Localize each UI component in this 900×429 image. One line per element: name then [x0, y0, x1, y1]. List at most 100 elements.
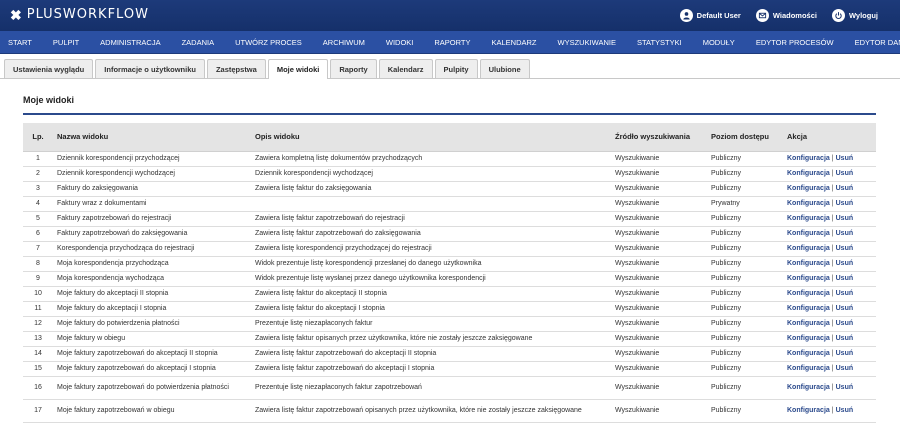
delete-link[interactable]: Usuń [836, 365, 854, 372]
user-menu-button[interactable]: Default User [679, 8, 741, 22]
logo-icon: ✖ [10, 7, 22, 23]
configure-link[interactable]: Konfiguracja [787, 320, 830, 327]
search-source: Wyszukiwanie [611, 376, 707, 400]
delete-link[interactable]: Usuń [836, 305, 854, 312]
column-header-name: Nazwa widoku [53, 123, 251, 152]
access-level: Publiczny [707, 301, 783, 317]
nav-wyszukiwanie[interactable]: WYSZUKIWANIE [558, 38, 616, 47]
tab-kalendarz[interactable]: Kalendarz [378, 59, 433, 78]
logout-button[interactable]: Wyloguj [831, 8, 878, 22]
logo-text: PLUSWORKFLOW [26, 7, 149, 22]
configure-link[interactable]: Konfiguracja [787, 335, 830, 342]
action-separator: | [831, 320, 834, 327]
row-actions: Konfiguracja | Usuń [783, 226, 876, 242]
access-level: Publiczny [707, 226, 783, 242]
tab-ustawienia-wygladu[interactable]: Ustawienia wyglądu [4, 59, 94, 78]
delete-link[interactable]: Usuń [836, 230, 854, 237]
action-separator: | [831, 305, 834, 312]
tab-moje-widoki[interactable]: Moje widoki [267, 59, 329, 79]
configure-link[interactable]: Konfiguracja [787, 215, 830, 222]
search-source: Wyszukiwanie [611, 271, 707, 287]
view-description: Widok prezentuje listę korespondencji pr… [251, 256, 611, 272]
configure-link[interactable]: Konfiguracja [787, 407, 830, 414]
configure-link[interactable]: Konfiguracja [787, 305, 830, 312]
configure-link[interactable]: Konfiguracja [787, 260, 830, 267]
configure-link[interactable]: Konfiguracja [787, 275, 830, 282]
configure-link[interactable]: Konfiguracja [787, 155, 830, 162]
view-name: Faktury zapotrzebowań do rejestracji [53, 211, 251, 227]
delete-link[interactable]: Usuń [836, 290, 854, 297]
delete-link[interactable]: Usuń [836, 215, 854, 222]
column-header-description: Opis widoku [251, 123, 611, 152]
tab-informacje-o-uzytkowniku[interactable]: Informacje o użytkowniku [95, 59, 205, 78]
view-name: Moje faktury zapotrzebowań do akceptacji… [53, 346, 251, 362]
tab-raporty[interactable]: Raporty [330, 59, 377, 78]
configure-link[interactable]: Konfiguracja [787, 245, 830, 252]
delete-link[interactable]: Usuń [836, 275, 854, 282]
access-level: Publiczny [707, 376, 783, 400]
tab-ulubione[interactable]: Ulubione [479, 59, 530, 78]
delete-link[interactable]: Usuń [836, 200, 854, 207]
row-actions: Konfiguracja | Usuń [783, 151, 876, 167]
view-description: Zawiera listę faktur zapotrzebowań do ak… [251, 361, 611, 377]
delete-link[interactable]: Usuń [836, 155, 854, 162]
nav-moduly[interactable]: MODUŁY [703, 38, 735, 47]
delete-link[interactable]: Usuń [836, 384, 854, 391]
delete-link[interactable]: Usuń [836, 350, 854, 357]
delete-link[interactable]: Usuń [836, 185, 854, 192]
configure-link[interactable]: Konfiguracja [787, 185, 830, 192]
row-actions: Konfiguracja | Usuń [783, 316, 876, 332]
row-actions: Konfiguracja | Usuń [783, 286, 876, 302]
nav-raporty[interactable]: RAPORTY [434, 38, 470, 47]
nav-administracja[interactable]: ADMINISTRACJA [100, 38, 160, 47]
configure-link[interactable]: Konfiguracja [787, 170, 830, 177]
tab-pulpity[interactable]: Pulpity [434, 59, 478, 78]
table-row: 5 Faktury zapotrzebowań do rejestracji Zaw… [23, 211, 876, 227]
row-number: 11 [23, 301, 53, 317]
delete-link[interactable]: Usuń [836, 407, 854, 414]
nav-utworz-proces[interactable]: UTWÓRZ PROCES [235, 38, 302, 47]
action-separator: | [831, 365, 834, 372]
row-actions: Konfiguracja | Usuń [783, 211, 876, 227]
delete-link[interactable]: Usuń [836, 335, 854, 342]
messages-button[interactable]: Wiadomości [755, 8, 817, 22]
row-number: 8 [23, 256, 53, 272]
column-header-action: Akcja [783, 123, 876, 152]
nav-statystyki[interactable]: STATYSTYKI [637, 38, 682, 47]
table-row: 13 Moje faktury w obiegu Zawiera listę fak… [23, 331, 876, 347]
app-logo[interactable]: ✖ PLUSWORKFLOW [10, 7, 149, 23]
configure-link[interactable]: Konfiguracja [787, 384, 830, 391]
search-source: Wyszukiwanie [611, 226, 707, 242]
access-level: Prywatny [707, 196, 783, 212]
table-row: 4 Faktury wraz z dokumentami Wyszukiwanie P… [23, 196, 876, 212]
configure-link[interactable]: Konfiguracja [787, 230, 830, 237]
nav-pulpit[interactable]: PULPIT [53, 38, 79, 47]
nav-widoki[interactable]: WIDOKI [386, 38, 414, 47]
view-name: Dziennik korespondencji wychodzącej [53, 166, 251, 182]
nav-edytor-danych[interactable]: EDYTOR DANYCH [855, 38, 900, 47]
nav-edytor-procesow[interactable]: EDYTOR PROCESÓW [756, 38, 834, 47]
nav-start[interactable]: START [8, 38, 32, 47]
configure-link[interactable]: Konfiguracja [787, 200, 830, 207]
row-number: 17 [23, 399, 53, 423]
action-separator: | [831, 407, 834, 414]
view-description: Widok prezentuje listę wysłanej przez da… [251, 271, 611, 287]
view-description: Prezentuje listę niezapłaconych faktur [251, 316, 611, 332]
table-row: 12 Moje faktury do potwierdzenia płatnośc… [23, 316, 876, 332]
nav-kalendarz[interactable]: KALENDARZ [491, 38, 536, 47]
nav-zadania[interactable]: ZADANIA [182, 38, 215, 47]
delete-link[interactable]: Usuń [836, 320, 854, 327]
delete-link[interactable]: Usuń [836, 245, 854, 252]
search-source: Wyszukiwanie [611, 196, 707, 212]
configure-link[interactable]: Konfiguracja [787, 290, 830, 297]
configure-link[interactable]: Konfiguracja [787, 365, 830, 372]
table-body: 1 Dziennik korespondencji przychodzącej Za… [23, 151, 876, 423]
row-actions: Konfiguracja | Usuń [783, 166, 876, 182]
row-actions: Konfiguracja | Usuń [783, 399, 876, 423]
delete-link[interactable]: Usuń [836, 170, 854, 177]
access-level: Publiczny [707, 271, 783, 287]
delete-link[interactable]: Usuń [836, 260, 854, 267]
configure-link[interactable]: Konfiguracja [787, 350, 830, 357]
tab-zastepstwa[interactable]: Zastępstwa [206, 59, 266, 78]
nav-archiwum[interactable]: ARCHIWUM [323, 38, 365, 47]
